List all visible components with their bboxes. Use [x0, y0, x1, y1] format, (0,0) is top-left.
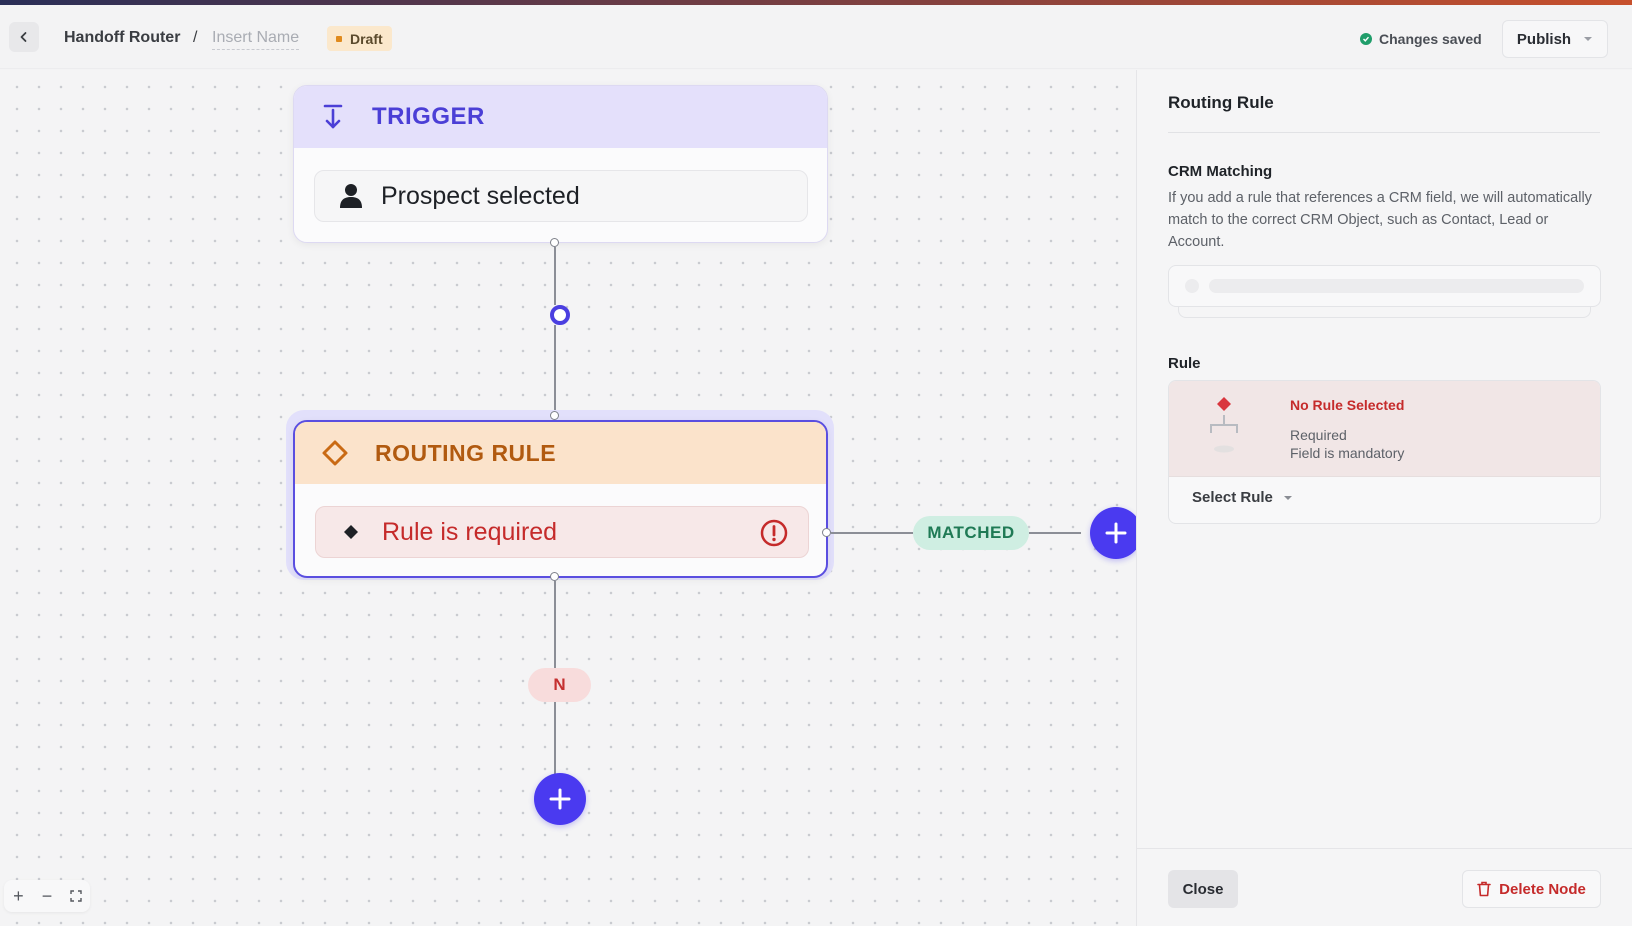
connector-line [554, 247, 556, 305]
draft-dot-icon [336, 35, 342, 42]
delete-node-label: Delete Node [1499, 880, 1586, 898]
connector-line [831, 532, 913, 534]
crm-matching-label: CRM Matching [1168, 163, 1273, 180]
rule-mandatory-text: Field is mandatory [1290, 445, 1405, 461]
trash-icon [1477, 881, 1491, 897]
routing-rule-pill[interactable]: Rule is required [315, 506, 809, 558]
plus-icon [549, 788, 571, 810]
status-badge: Draft [327, 26, 392, 51]
person-icon [340, 184, 362, 208]
panel-title: Routing Rule [1168, 93, 1274, 112]
select-rule-label: Select Rule [1192, 489, 1273, 506]
back-button[interactable] [9, 22, 39, 52]
diamond-icon [344, 525, 358, 539]
insert-step-dot[interactable] [550, 305, 570, 325]
publish-label: Publish [1516, 30, 1572, 48]
alert-circle-icon [760, 519, 788, 547]
rule-empty-subtitle: Required Field is mandatory [1290, 426, 1404, 462]
rule-required-text: Required [1290, 427, 1347, 443]
caret-down-icon [1584, 37, 1593, 41]
top-header: Handoff Router / Insert Name Draft Chang… [0, 5, 1632, 69]
rule-selector-box: No Rule Selected Required Field is manda… [1168, 380, 1601, 524]
status-badge-label: Draft [350, 30, 383, 47]
routing-output-port-right[interactable] [822, 528, 831, 537]
skeleton-dot [1185, 279, 1199, 293]
panel-footer-divider [1137, 848, 1632, 849]
divider [1168, 132, 1600, 133]
save-status-label: Changes saved [1379, 31, 1482, 47]
trigger-node[interactable]: TRIGGER Prospect selected [293, 85, 828, 243]
fit-view-icon [69, 889, 82, 902]
connector-line [554, 581, 556, 668]
breadcrumb-separator: / [193, 29, 198, 46]
caret-down-icon [1283, 495, 1292, 500]
crm-object-loading-skeleton [1168, 265, 1601, 307]
select-rule-dropdown[interactable]: Select Rule [1192, 489, 1293, 506]
plus-icon [1105, 522, 1127, 544]
connector-line [1029, 532, 1081, 534]
skeleton-bar [1209, 279, 1584, 293]
chevron-left-icon [20, 32, 27, 42]
branch-matched-badge: MATCHED [913, 516, 1029, 550]
arrow-down-to-line-icon [323, 104, 343, 129]
branch-no-badge: N [528, 668, 591, 702]
breadcrumb-root[interactable]: Handoff Router [64, 29, 180, 47]
routing-rule-node[interactable]: ROUTING RULE Rule is required [293, 420, 828, 578]
crm-matching-description: If you add a rule that references a CRM … [1168, 190, 1592, 250]
rule-label: Rule [1168, 355, 1201, 372]
close-button[interactable]: Close [1168, 870, 1238, 908]
trigger-node-header: TRIGGER [294, 86, 827, 148]
router-name-input[interactable]: Insert Name [212, 29, 300, 50]
routing-rule-header: ROUTING RULE [295, 422, 826, 484]
skeleton-stack [1178, 306, 1591, 318]
add-step-matched-button[interactable] [1090, 507, 1136, 559]
routing-rule-title: ROUTING RULE [375, 439, 557, 466]
save-status: Changes saved [1360, 31, 1482, 47]
add-step-no-button[interactable] [534, 773, 586, 825]
fit-view-button[interactable] [64, 886, 88, 907]
check-circle-icon [1360, 33, 1372, 45]
diamond-outline-icon [322, 440, 348, 466]
routing-output-port-bottom[interactable] [550, 572, 559, 581]
zoom-out-button[interactable]: − [35, 886, 59, 907]
connector-line [554, 702, 556, 774]
trigger-node-title: TRIGGER [372, 103, 485, 130]
routing-input-port[interactable] [550, 411, 559, 420]
node-settings-panel: Routing Rule CRM Matching If you add a r… [1136, 70, 1632, 926]
routing-rule-message: Rule is required [382, 517, 558, 546]
trigger-output-port[interactable] [550, 238, 559, 247]
trigger-event-label: Prospect selected [381, 181, 580, 210]
zoom-controls: + − [4, 880, 90, 912]
trigger-event-pill[interactable]: Prospect selected [314, 170, 808, 222]
flow-canvas[interactable]: TRIGGER Prospect selected ROUTING RULE R… [0, 70, 1136, 926]
delete-node-button[interactable]: Delete Node [1462, 870, 1601, 908]
rule-empty-title: No Rule Selected [1290, 397, 1405, 413]
zoom-in-button[interactable]: + [6, 886, 30, 907]
routing-branch-icon [1210, 397, 1238, 453]
connector-line [554, 325, 556, 412]
publish-button[interactable]: Publish [1502, 20, 1608, 58]
rule-empty-state: No Rule Selected Required Field is manda… [1169, 381, 1600, 477]
